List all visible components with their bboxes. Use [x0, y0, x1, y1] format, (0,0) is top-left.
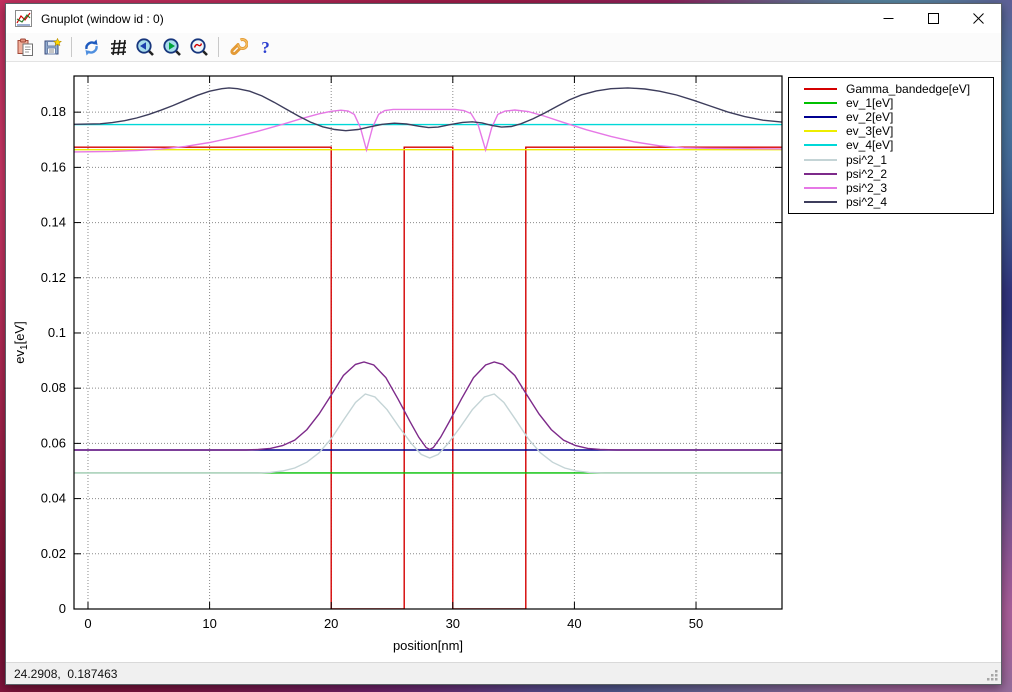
- copy-to-clipboard-button[interactable]: [13, 35, 37, 59]
- help-icon: ?: [256, 38, 275, 57]
- legend-entry: Gamma_bandedge[eV]: [789, 82, 993, 95]
- grid-lines: [74, 76, 782, 609]
- plot-border: [74, 76, 782, 609]
- gnuplot-window: Gnuplot (window id : 0): [5, 3, 1002, 685]
- legend-entry: psi^2_4: [789, 196, 993, 209]
- wrench-icon: [229, 38, 248, 57]
- legend-line-swatch: [804, 116, 837, 118]
- save-plot-button[interactable]: [40, 35, 64, 59]
- configure-button[interactable]: [226, 35, 250, 59]
- mouse-coordinates: 24.2908, 0.187463: [14, 667, 117, 681]
- grid-icon: [109, 38, 128, 57]
- series-Gamma_bandedge[eV]: [74, 147, 782, 609]
- legend-label: psi^2_4: [846, 195, 887, 209]
- x-tick-label: 10: [202, 616, 216, 631]
- window-controls: [866, 4, 1001, 33]
- minimize-button[interactable]: [866, 4, 911, 33]
- y-tick-label: 0.06: [41, 435, 66, 450]
- legend-line-swatch: [804, 159, 837, 161]
- legend-label: psi^2_1: [846, 153, 887, 167]
- legend-entry: psi^2_1: [789, 153, 993, 166]
- x-tick-label: 50: [689, 616, 703, 631]
- legend-label: ev_3[eV]: [846, 124, 893, 138]
- y-tick-label: 0.1: [48, 325, 66, 340]
- legend-entry: ev_4[eV]: [789, 139, 993, 152]
- legend-entry: ev_3[eV]: [789, 125, 993, 138]
- zoom-previous-icon: [136, 38, 155, 57]
- help-button[interactable]: ?: [253, 35, 277, 59]
- close-icon: [973, 13, 984, 24]
- legend-line-swatch: [804, 130, 837, 132]
- zoom-next-button[interactable]: [160, 35, 184, 59]
- legend-line-swatch: [804, 102, 837, 104]
- window-title: Gnuplot (window id : 0): [41, 12, 866, 26]
- save-icon: [43, 38, 62, 57]
- svg-text:?: ?: [261, 38, 270, 57]
- legend-label: Gamma_bandedge[eV]: [846, 82, 970, 96]
- refresh-icon: [82, 38, 101, 57]
- y-axis-label: ev1[eV]: [12, 321, 30, 363]
- legend-label: ev_1[eV]: [846, 96, 893, 110]
- x-tick-label: 30: [446, 616, 460, 631]
- legend-label: psi^2_2: [846, 167, 887, 181]
- y-tick-label: 0.16: [41, 159, 66, 174]
- legend-box: Gamma_bandedge[eV]ev_1[eV]ev_2[eV]ev_3[e…: [788, 77, 994, 214]
- toolbar-separator: [71, 37, 72, 57]
- zoom-previous-button[interactable]: [133, 35, 157, 59]
- status-bar: 24.2908, 0.187463: [6, 662, 1001, 684]
- y-tick-label: 0.14: [41, 215, 66, 230]
- legend-line-swatch: [804, 173, 837, 175]
- zoom-region-icon: [190, 38, 209, 57]
- close-button[interactable]: [956, 4, 1001, 33]
- y-tick-label: 0.04: [41, 491, 66, 506]
- legend-line-swatch: [804, 88, 837, 90]
- gnuplot-app-icon: [15, 10, 32, 27]
- minimize-icon: [883, 13, 894, 24]
- zoom-next-icon: [163, 38, 182, 57]
- legend-line-swatch: [804, 187, 837, 189]
- toolbar-separator: [218, 37, 219, 57]
- legend-line-swatch: [804, 201, 837, 203]
- resize-grip[interactable]: [986, 669, 999, 682]
- legend-line-swatch: [804, 144, 837, 146]
- legend-entry: ev_1[eV]: [789, 96, 993, 109]
- legend-label: psi^2_3: [846, 181, 887, 195]
- y-tick-label: 0.02: [41, 546, 66, 561]
- replot-button[interactable]: [79, 35, 103, 59]
- maximize-icon: [928, 13, 939, 24]
- title-bar: Gnuplot (window id : 0): [6, 4, 1001, 33]
- y-tick-label: 0: [59, 601, 66, 616]
- x-axis-label: position[nm]: [393, 638, 463, 653]
- axis-ticks: [74, 76, 782, 609]
- copy-icon: [16, 38, 35, 57]
- plot-canvas[interactable]: 0 10 20 30 40 50 0 0.02 0.04 0.06 0.08 0.1 0.12 0.14 0…: [6, 62, 1001, 662]
- tick-labels: 0 10 20 30 40 50 0 0.02 0.04 0.06 0.08 0.1 0.12 0.14 0…: [41, 104, 704, 631]
- y-tick-label: 0.12: [41, 270, 66, 285]
- series-psi^2_1: [74, 394, 782, 473]
- y-tick-label: 0.18: [41, 104, 66, 119]
- legend-label: ev_4[eV]: [846, 138, 893, 152]
- legend-entry: psi^2_2: [789, 167, 993, 180]
- zoom-region-button[interactable]: [187, 35, 211, 59]
- x-tick-label: 40: [567, 616, 581, 631]
- toolbar: ?: [6, 33, 1001, 62]
- series-psi^2_3: [74, 109, 782, 151]
- toggle-grid-button[interactable]: [106, 35, 130, 59]
- legend-entry: psi^2_3: [789, 182, 993, 195]
- x-tick-label: 20: [324, 616, 338, 631]
- series-psi^2_2: [74, 362, 782, 450]
- series-lines: [74, 88, 782, 609]
- legend-label: ev_2[eV]: [846, 110, 893, 124]
- legend-entry: ev_2[eV]: [789, 111, 993, 124]
- y-tick-label: 0.08: [41, 380, 66, 395]
- x-tick-label: 0: [84, 616, 91, 631]
- maximize-button[interactable]: [911, 4, 956, 33]
